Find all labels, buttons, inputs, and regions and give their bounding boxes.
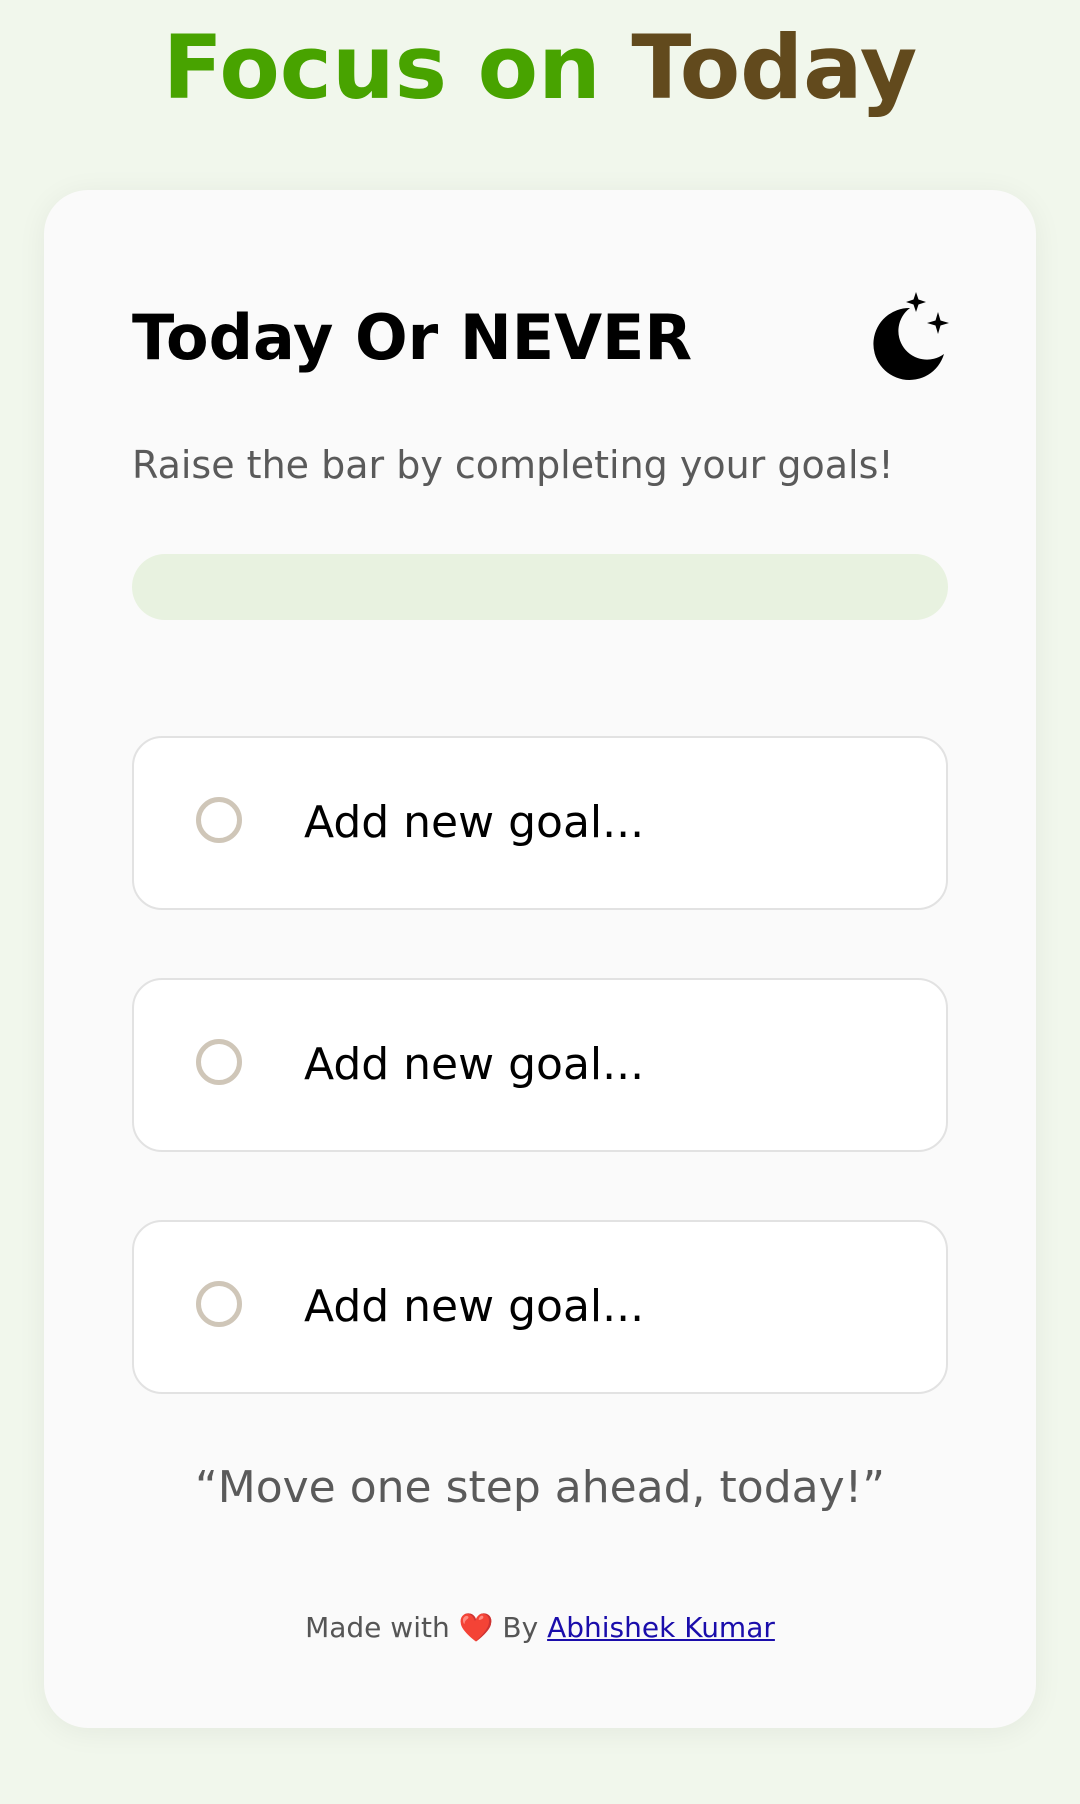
- footer-by: By: [502, 1611, 539, 1644]
- heart-icon: ❤️: [458, 1611, 494, 1644]
- card-heading: Today Or NEVER: [132, 301, 693, 374]
- goal-input[interactable]: [304, 788, 904, 856]
- goal-item: [132, 736, 948, 910]
- author-link[interactable]: Abhishek Kumar: [547, 1611, 775, 1644]
- goal-item: [132, 1220, 948, 1394]
- goal-checkbox[interactable]: [196, 1281, 242, 1327]
- goal-checkbox[interactable]: [196, 797, 242, 843]
- app-title-part-focus: Focus on: [162, 16, 601, 119]
- progress-bar: [132, 554, 948, 620]
- app-title-part-today: Today: [631, 16, 918, 119]
- goal-input[interactable]: [304, 1272, 904, 1340]
- footer-made-with: Made with: [305, 1611, 450, 1644]
- footer-credit: Made with ❤️ By Abhishek Kumar: [44, 1608, 1036, 1648]
- goals-card: Today Or NEVER Raise the bar by completi…: [44, 190, 1036, 1728]
- motivational-quote: “Move one step ahead, today!”: [194, 1462, 886, 1513]
- card-subtitle: Raise the bar by completing your goals!: [132, 443, 894, 487]
- moon-stars-icon: [873, 292, 949, 380]
- goal-checkbox[interactable]: [196, 1039, 242, 1085]
- goal-item: [132, 978, 948, 1152]
- theme-toggle-button[interactable]: [870, 288, 958, 384]
- goal-input[interactable]: [304, 1030, 904, 1098]
- app-title: Focus on Today: [0, 18, 1080, 118]
